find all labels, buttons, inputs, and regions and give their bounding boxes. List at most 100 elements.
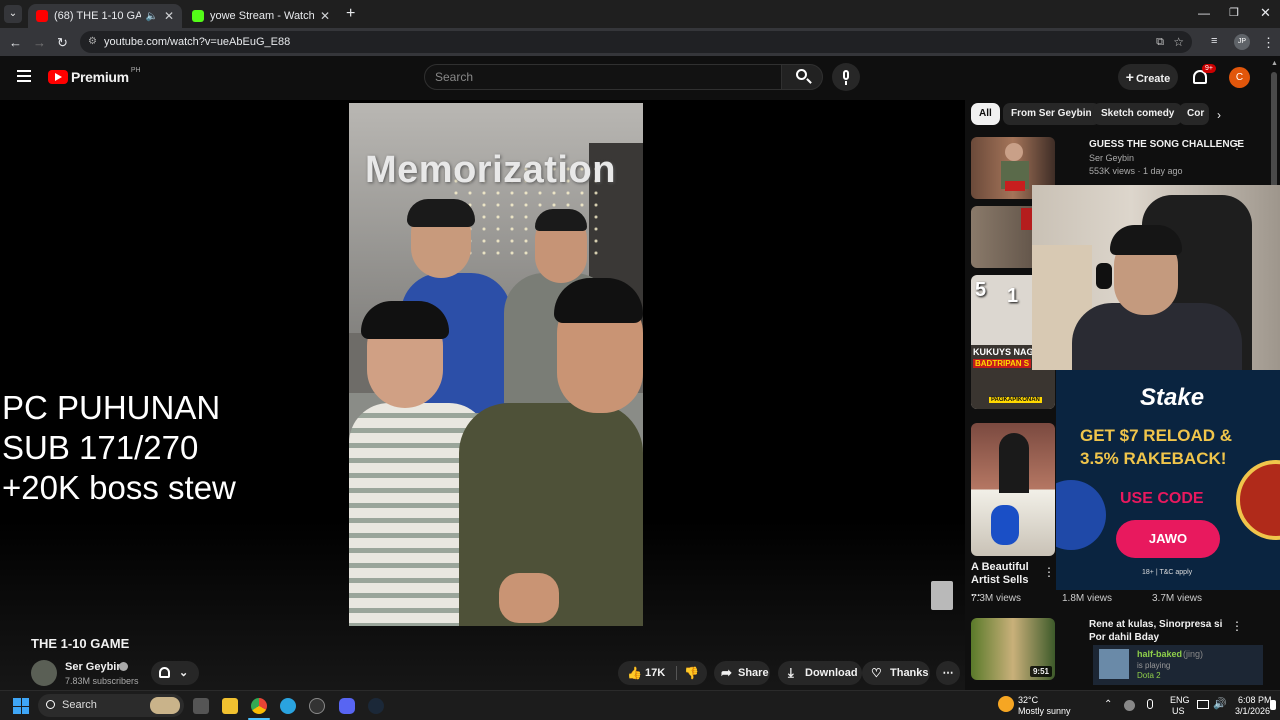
minimize-button[interactable]: — [1198,6,1210,20]
app-icon[interactable] [309,698,325,714]
stake-headline-2: 3.5% RAKEBACK! [1080,449,1227,468]
notifications-button[interactable]: 9+ [1191,64,1216,88]
friend-name: half-baked [1137,649,1183,659]
verified-badge-icon [119,662,128,671]
reload-icon[interactable]: ↻ [57,35,68,51]
install-icon[interactable]: ⧉ [1156,31,1164,53]
thumb-text: BADTRIPAN S [973,359,1032,368]
recommendation-thumbnail[interactable] [971,423,1055,556]
notification-center-icon[interactable] [1270,700,1276,710]
share-label: Share [738,667,769,679]
chevron-up-icon[interactable]: ⌃ [1104,699,1112,710]
share-button[interactable]: ➦ Share [714,661,770,685]
stake-use-code: USE CODE [1120,490,1204,507]
hamburger-menu-icon[interactable] [17,70,31,82]
weather-temp: 32°C [1018,695,1039,705]
forward-icon[interactable]: → [33,35,46,50]
notification-badge: 9+ [1202,64,1216,73]
video-player[interactable]: Memorization [349,103,643,626]
chip-sketch-comedy[interactable]: Sketch comedy [1093,103,1183,125]
close-tab-icon[interactable]: ✕ [164,9,174,23]
windows-start-icon[interactable] [13,698,29,714]
thanks-button[interactable]: ♡ Thanks [862,661,930,685]
create-button[interactable]: + Create [1118,64,1178,90]
search-button[interactable] [781,64,823,90]
search-input[interactable]: Search [424,64,782,90]
like-count: 17K [645,667,666,679]
channel-mini-thumb[interactable] [931,581,953,610]
youtube-favicon-icon [36,10,48,22]
tray-app-icon[interactable] [1124,700,1135,711]
new-tab-button[interactable]: + [346,5,355,23]
language[interactable]: ENG [1170,695,1190,706]
task-view-icon[interactable] [193,698,209,714]
tab-youtube[interactable]: (68) THE 1-10 GAME - YouTube 🔈 ✕ [28,4,182,28]
friend-game: Dota 2 [1137,671,1161,680]
recommendation-title[interactable]: Rene at kulas, Sinorpresa si Por dahil B… [1089,618,1225,644]
tab-search-button[interactable]: ⌄ [4,5,22,23]
taskbar-search[interactable]: Search [38,694,184,717]
media-control-icon[interactable]: ≡ [1211,35,1217,47]
stake-ad-overlay: Stake GET $7 RELOAD & 3.5% RAKEBACK! USE… [1056,370,1280,590]
dislike-button[interactable]: 👎 [680,661,704,685]
chevron-right-icon[interactable]: › [1217,108,1221,122]
video-duration: 9:51 [1029,666,1052,677]
friend-avatar [1099,649,1129,679]
channel-avatar[interactable] [31,660,57,686]
windows-taskbar: Search 32°C Mostly sunny ⌃ ENG US 🔊 6:08… [0,690,1280,720]
close-tab-icon[interactable]: ✕ [320,9,330,23]
tab-kick[interactable]: yowe Stream - Watch Live on Kick ✕ [184,4,338,28]
profile-avatar[interactable]: JP [1234,34,1250,50]
channel-name[interactable]: Ser Geybin [65,661,123,673]
restore-button[interactable]: ❐ [1229,6,1239,19]
more-actions-button[interactable]: ⋯ [936,661,960,685]
url-text: youtube.com/watch?v=ueAbEuG_E88 [104,36,291,48]
close-window-button[interactable]: ✕ [1260,5,1271,21]
more-options-icon[interactable]: ⋮ [1231,619,1243,633]
weather-icon[interactable] [998,696,1014,712]
recommendation-title[interactable]: GUESS THE SONG CHALLENGE [1089,138,1244,151]
more-options-icon[interactable]: ⋮ [1043,565,1055,579]
account-avatar[interactable]: C [1229,67,1250,88]
view-count: 1.8M views [1062,593,1113,604]
back-icon[interactable]: ← [9,35,22,50]
bookmark-star-icon[interactable]: ☆ [1173,31,1184,53]
like-button[interactable]: 👍 17K [618,661,670,685]
more-options-icon[interactable]: ⋮ [1231,138,1243,152]
thumb-number-1: 1 [1007,285,1019,307]
telegram-icon[interactable] [280,698,296,714]
chrome-icon[interactable] [251,698,267,714]
chip-all[interactable]: All [971,103,1000,125]
subscribe-bell-button[interactable]: ⌄ [151,661,199,685]
recommendation-thumbnail[interactable]: 9:51 [971,618,1055,680]
steam-icon[interactable] [368,698,384,714]
browser-menu-icon[interactable]: ⋮ [1262,35,1275,51]
url-field[interactable]: ⚙ youtube.com/watch?v=ueAbEuG_E88 ⧉ ☆ [80,31,1192,53]
voice-search-button[interactable] [832,63,860,91]
tab-title: yowe Stream - Watch Live on Kick [210,10,314,22]
site-info-icon[interactable]: ⚙ [88,31,97,53]
file-explorer-icon[interactable] [222,698,238,714]
browser-tab-bar: ⌄ (68) THE 1-10 GAME - YouTube 🔈 ✕ yowe … [0,0,1280,28]
webcam-overlay [1032,185,1280,370]
clock-date: 3/1/2026 [1235,706,1271,716]
stake-code-button[interactable]: JAWO [1116,520,1220,558]
share-icon: ➦ [721,665,732,680]
steam-notification[interactable]: half-baked (jing) is playing Dota 2 [1093,645,1263,685]
download-button[interactable]: ⤓ Download [778,661,862,685]
like-dislike-group: 👍 17K 👎 [618,661,707,685]
youtube-logo[interactable]: Premium PH [48,67,141,85]
volume-icon[interactable]: 🔊 [1213,697,1227,710]
network-icon[interactable] [1197,700,1209,709]
stake-logo: Stake [1140,384,1205,411]
friend-status: is playing [1137,661,1171,670]
headset-icon [1096,263,1112,289]
chip-partial[interactable]: Cor [1179,103,1209,125]
discord-icon[interactable] [339,698,355,714]
microphone-icon [843,70,849,80]
taskbar-search-placeholder: Search [62,699,97,711]
clock-time[interactable]: 6:08 PM [1238,695,1272,706]
chip-from-channel[interactable]: From Ser Geybin [1003,103,1100,125]
view-count: 7.3M views [971,593,1022,604]
microphone-icon[interactable] [1147,699,1153,709]
